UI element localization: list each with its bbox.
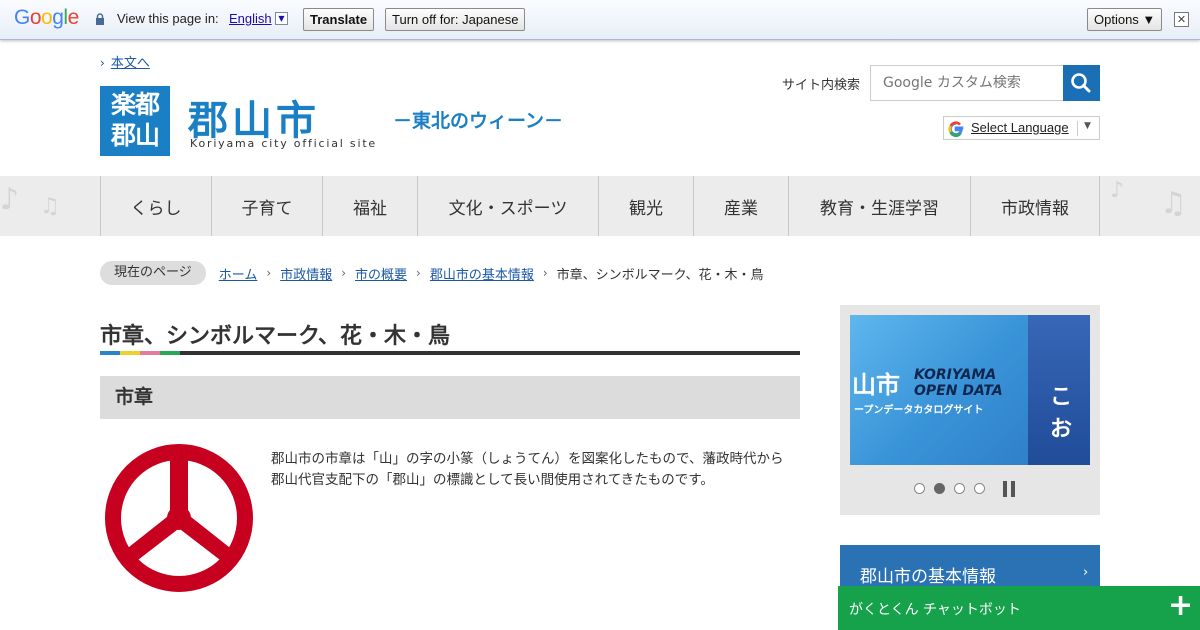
nav-item-kurashi[interactable]: くらし bbox=[100, 176, 211, 236]
skip-link-label: 本文へ bbox=[110, 56, 150, 71]
translate-button[interactable]: Translate bbox=[303, 8, 375, 31]
banner-carousel: 山市 KORIYAMA OPEN DATA ープンデータカタログサイト こお bbox=[840, 305, 1100, 515]
chevron-down-icon: ▼ bbox=[1084, 121, 1091, 131]
divider bbox=[1077, 121, 1078, 136]
close-icon[interactable]: ✕ bbox=[1174, 12, 1189, 27]
chatbot-bar[interactable]: がくとくん チャットボット + bbox=[838, 586, 1200, 630]
badge-line-2: 郡山 bbox=[110, 121, 160, 150]
breadcrumb-link-kihon[interactable]: 郡山市の基本情報 bbox=[430, 264, 534, 283]
banner-subtitle: ープンデータカタログサイト bbox=[854, 405, 984, 416]
nav-item-kyoiku[interactable]: 教育・生涯学習 bbox=[788, 176, 970, 236]
banner-next-text: こお bbox=[1050, 385, 1073, 442]
breadcrumb-link-home[interactable]: ホーム bbox=[219, 264, 258, 283]
google-logo: Google bbox=[14, 6, 79, 29]
nav-item-bunka-sports[interactable]: 文化・スポーツ bbox=[417, 176, 598, 236]
carousel-dot-active[interactable] bbox=[934, 483, 945, 494]
google-g-icon bbox=[948, 121, 964, 138]
page-title: 市章、シンボルマーク、花・木・鳥 bbox=[100, 324, 451, 349]
nav-item-kanko[interactable]: 観光 bbox=[598, 176, 693, 236]
chatbot-label: がくとくん チャットボット bbox=[849, 602, 1021, 618]
nav-item-shisei[interactable]: 市政情報 bbox=[970, 176, 1100, 236]
language-dropdown-icon[interactable]: ▼ bbox=[275, 12, 288, 25]
breadcrumb-current-page: 市章、シンボルマーク、花・木・鳥 bbox=[556, 267, 764, 283]
carousel-dot[interactable] bbox=[974, 483, 985, 494]
search-icon bbox=[1071, 73, 1091, 93]
music-note-icon: ♪ bbox=[0, 182, 20, 217]
translate-bar: Google View this page in: English ▼ Tran… bbox=[0, 0, 1200, 40]
options-button[interactable]: Options ▼ bbox=[1087, 8, 1163, 31]
title-rule-accent bbox=[160, 351, 180, 355]
search-input[interactable] bbox=[870, 65, 1064, 101]
music-note-icon: ♪ bbox=[1110, 178, 1125, 203]
global-nav: ♪ ♫ ♪ ♫ くらし 子育て 福祉 文化・スポーツ 観光 産業 教育・生涯学習… bbox=[0, 176, 1200, 236]
skip-to-content-link[interactable]: › 本文へ bbox=[100, 52, 150, 71]
nav-item-sangyo[interactable]: 産業 bbox=[693, 176, 788, 236]
city-emblem-icon bbox=[105, 444, 253, 592]
turn-off-button[interactable]: Turn off for: Japanese bbox=[385, 8, 526, 31]
section-heading: 市章 bbox=[100, 376, 800, 419]
nav-item-kosodate[interactable]: 子育て bbox=[211, 176, 322, 236]
chevron-right-icon: › bbox=[341, 266, 347, 280]
title-rule-accent bbox=[120, 351, 140, 355]
breadcrumb-link-gaiyo[interactable]: 市の概要 bbox=[355, 264, 407, 283]
music-note-icon: ♫ bbox=[1160, 186, 1187, 221]
sidebar-heading-label: 郡山市の基本情報 bbox=[860, 567, 996, 587]
search-label: サイト内検索 bbox=[782, 78, 861, 93]
chevron-right-icon: › bbox=[1083, 565, 1089, 580]
chevron-right-icon: › bbox=[542, 266, 548, 280]
chevron-right-icon: › bbox=[416, 266, 421, 280]
carousel-dot[interactable] bbox=[954, 483, 965, 494]
city-tagline: －東北のウィーン－ bbox=[393, 110, 564, 132]
music-note-icon: ♫ bbox=[40, 194, 60, 219]
nav-item-fukushi[interactable]: 福祉 bbox=[322, 176, 417, 236]
breadcrumb-current-label: 現在のページ bbox=[100, 261, 206, 285]
banner-city-text: 山市 bbox=[852, 371, 900, 399]
open-data-banner[interactable]: 山市 KORIYAMA OPEN DATA ープンデータカタログサイト こお bbox=[850, 315, 1090, 465]
pause-icon[interactable] bbox=[1002, 481, 1016, 497]
banner-title: KORIYAMA OPEN DATA bbox=[914, 367, 1003, 399]
breadcrumb-link-shisei[interactable]: 市政情報 bbox=[280, 264, 332, 283]
lock-icon bbox=[96, 13, 104, 25]
site-subtitle: Koriyama city official site bbox=[190, 137, 377, 150]
plus-icon[interactable]: + bbox=[1168, 591, 1193, 621]
select-language-dropdown[interactable]: Select Language ▼ bbox=[943, 116, 1100, 140]
badge-line-1: 楽都 bbox=[110, 90, 160, 119]
chevron-right-icon: › bbox=[266, 266, 272, 280]
search-button[interactable] bbox=[1063, 65, 1100, 101]
title-underline bbox=[100, 351, 800, 355]
title-rule-accent bbox=[100, 351, 120, 355]
carousel-dots bbox=[914, 483, 994, 494]
chevron-right-icon: › bbox=[100, 56, 105, 70]
title-rule-accent bbox=[140, 351, 160, 355]
city-logo-badge[interactable]: 楽都 郡山 bbox=[100, 86, 170, 156]
select-language-label: Select Language bbox=[971, 120, 1069, 135]
breadcrumb: 現在のページ ホーム › 市政情報 › 市の概要 › 郡山市の基本情報 › 市章… bbox=[100, 261, 764, 285]
carousel-dot[interactable] bbox=[914, 483, 925, 494]
emblem-description: 郡山市の市章は「山」の字の小篆（しょうてん）を図案化したもので、藩政時代から郡山… bbox=[271, 451, 784, 488]
language-select[interactable]: English bbox=[229, 11, 272, 26]
banner-title-line1: KORIYAMA bbox=[914, 367, 997, 383]
nav-list: くらし 子育て 福祉 文化・スポーツ 観光 産業 教育・生涯学習 市政情報 bbox=[100, 176, 1100, 236]
view-page-text: View this page in: bbox=[117, 11, 219, 26]
banner-title-line2: OPEN DATA bbox=[914, 383, 1003, 399]
